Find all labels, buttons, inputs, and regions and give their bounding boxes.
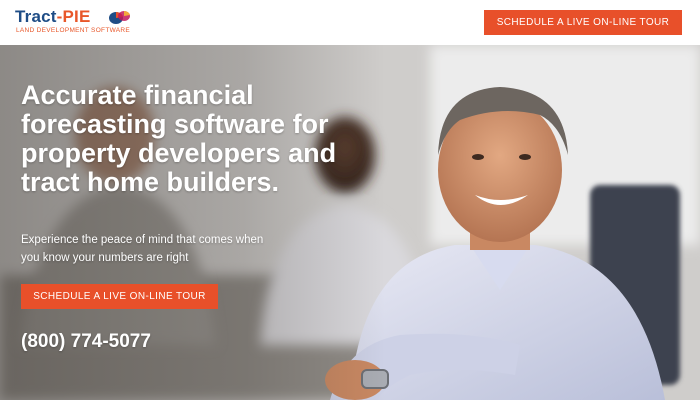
hero-headline: Accurate financial forecasting software … bbox=[21, 80, 337, 197]
logo[interactable]: Tract-PIE LAND DEVELOPMENT SOFTWARE bbox=[15, 7, 135, 39]
phone-number[interactable]: (800) 774-5077 bbox=[21, 331, 151, 353]
logo-word-pie: PIE bbox=[62, 7, 91, 26]
logo-word-tract: Tract bbox=[15, 7, 57, 26]
hero-section: Accurate financial forecasting software … bbox=[0, 45, 700, 400]
pie-chart-icon bbox=[109, 10, 130, 24]
schedule-tour-button-hero[interactable]: SCHEDULE A LIVE ON-LINE TOUR bbox=[21, 284, 218, 309]
hero-subtext: Experience the peace of mind that comes … bbox=[21, 234, 264, 264]
schedule-tour-button-header[interactable]: SCHEDULE A LIVE ON-LINE TOUR bbox=[484, 10, 682, 35]
logo-tagline: LAND DEVELOPMENT SOFTWARE bbox=[16, 27, 131, 34]
logo-wordmark: Tract-PIE bbox=[15, 7, 91, 27]
site-header: Tract-PIE LAND DEVELOPMENT SOFTWARE SCHE… bbox=[0, 0, 700, 45]
